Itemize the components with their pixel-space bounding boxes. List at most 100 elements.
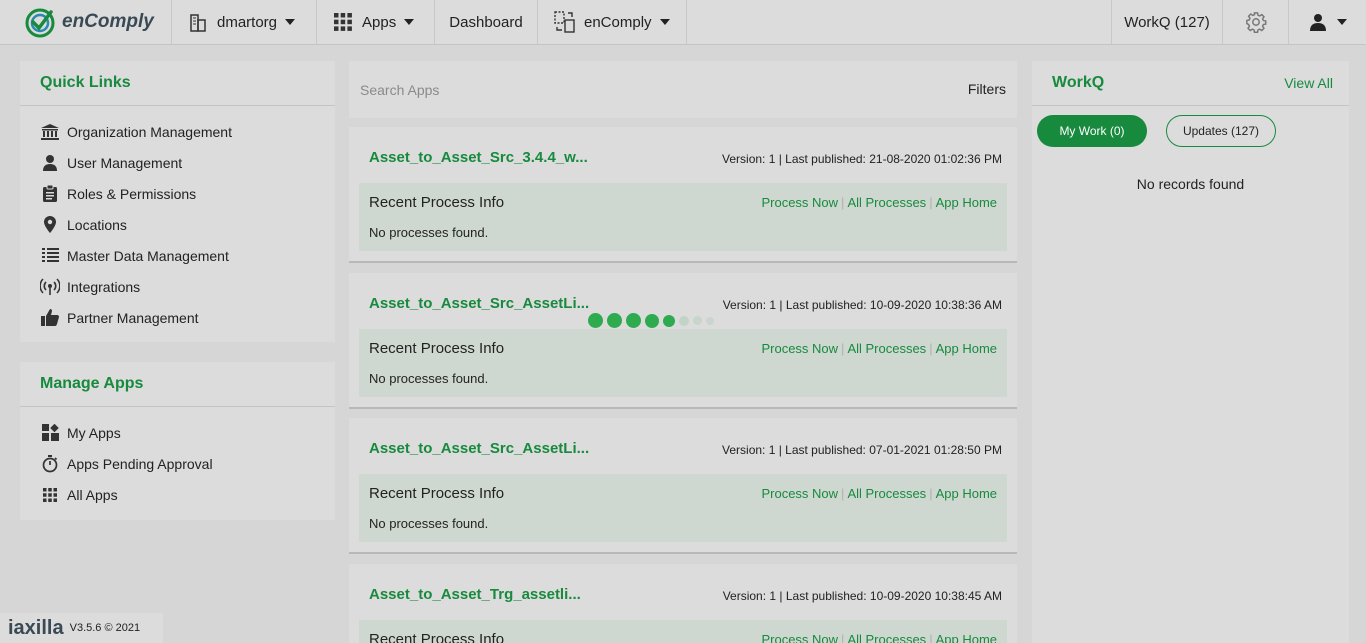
manage-apps-my-apps[interactable]: My Apps [20,417,335,448]
process-links: Process Now | All Processes | App Home [761,195,997,210]
app-name-link[interactable]: Asset_to_Asset_Trg_assetli... [369,586,581,603]
app-card: Asset_to_Asset_Src_AssetLi... Version: 1… [349,418,1017,554]
workq-header: WorkQ View All [1032,61,1349,106]
process-now-link[interactable]: Process Now [761,632,838,643]
process-now-link[interactable]: Process Now [761,195,838,210]
recent-process-box: Recent Process Info Process Now | All Proc… [359,474,1007,542]
loader-dot [706,316,714,325]
no-processes-text: No processes found. [369,225,489,240]
app-version-info: Version: 1 | Last published: 21-08-2020 … [722,152,1002,166]
chevron-down-icon [1336,19,1347,25]
process-now-link[interactable]: Process Now [761,341,838,356]
grid-icon [40,486,60,504]
quick-link-label: Master Data Management [67,247,229,264]
my-work-tab[interactable]: My Work (0) [1037,115,1147,147]
quick-link-label: Organization Management [67,123,232,140]
app-name-link[interactable]: Asset_to_Asset_Src_AssetLi... [369,295,589,312]
quick-link-roles-permissions[interactable]: Roles & Permissions [20,178,335,209]
quick-link-label: Locations [67,216,127,233]
top-navbar: enComply dmartorg Apps Dashboard enCompl… [0,0,1366,45]
app-name-link[interactable]: Asset_to_Asset_Src_AssetLi... [369,440,589,457]
building-icon [190,14,206,32]
search-input[interactable] [349,61,939,118]
version-text: V3.5.6 © 2021 [69,622,141,634]
loader-dot [607,313,622,328]
encomply-logo-icon [25,8,55,38]
workq-panel: WorkQ View All My Work (0) Updates (127)… [1032,61,1349,643]
manage-apps-panel: Manage Apps My Apps Apps Pending Approva… [20,362,335,520]
user-icon [1309,14,1326,31]
quick-link-label: Partner Management [67,309,199,326]
quick-link-user-management[interactable]: User Management [20,147,335,178]
app-home-link[interactable]: App Home [936,195,997,210]
quick-link-organization-management[interactable]: Organization Management [20,116,335,147]
bank-icon [40,123,60,141]
apps-menu-label: Apps [362,13,397,31]
app-card: Asset_to_Asset_Trg_assetli... Version: 1… [349,564,1017,643]
process-links: Process Now | All Processes | App Home [761,632,997,643]
loader-dot [663,314,675,327]
link-separator: | [841,632,845,643]
app-version-info: Version: 1 | Last published: 10-09-2020 … [722,298,1002,312]
updates-tab[interactable]: Updates (127) [1166,115,1276,147]
app-home-link[interactable]: App Home [936,341,997,356]
no-records-text: No records found [1136,176,1245,192]
no-processes-text: No processes found. [369,516,489,531]
quick-link-label: Integrations [67,278,141,295]
quick-link-master-data-management[interactable]: Master Data Management [20,240,335,271]
manage-apps-all-apps[interactable]: All Apps [20,479,335,510]
recent-process-title: Recent Process Info [369,631,505,643]
workq-title: WorkQ [1052,74,1105,91]
all-processes-link[interactable]: All Processes [847,341,926,356]
loading-spinner [588,313,718,328]
process-now-link[interactable]: Process Now [761,486,838,501]
process-links: Process Now | All Processes | App Home [761,486,997,501]
app-name-link[interactable]: Asset_to_Asset_Src_3.4.4_w... [369,149,588,166]
app-home-link[interactable]: App Home [936,632,997,643]
chevron-down-icon [285,19,296,25]
loader-dot [693,316,702,325]
switch-product-icon [554,11,575,33]
quick-link-label: Roles & Permissions [67,185,197,202]
data-list-icon [40,247,60,265]
all-processes-link[interactable]: All Processes [847,632,926,643]
gear-icon [1245,12,1266,33]
stopwatch-icon [40,454,60,473]
recent-process-box: Recent Process Info Process Now | All Proc… [359,329,1007,397]
link-separator: | [841,341,845,356]
all-processes-link[interactable]: All Processes [847,486,926,501]
app-home-link[interactable]: App Home [936,486,997,501]
quick-link-label: User Management [67,154,183,171]
process-links: Process Now | All Processes | App Home [761,341,997,356]
no-processes-text: No processes found. [369,371,489,386]
apps-menu[interactable]: Apps [317,0,435,44]
manage-apps-label: All Apps [67,486,118,503]
quick-link-locations[interactable]: Locations [20,209,335,240]
user-menu[interactable] [1289,0,1366,44]
org-name: dmartorg [217,13,278,31]
product-switcher[interactable]: enComply [538,0,687,44]
user-icon [40,154,60,172]
quick-link-partner-management[interactable]: Partner Management [20,302,335,333]
settings-button[interactable] [1223,0,1289,44]
loader-dot [588,313,603,328]
dashboard-link[interactable]: Dashboard [435,0,538,44]
filters-button[interactable]: Filters [968,81,1006,97]
app-version-info: Version: 1 | Last published: 10-09-2020 … [722,589,1002,603]
manage-apps-pending-approval[interactable]: Apps Pending Approval [20,448,335,479]
map-pin-icon [40,216,60,234]
recent-process-title: Recent Process Info [369,340,505,357]
workq-count: WorkQ (127) [1124,13,1210,31]
view-all-link[interactable]: View All [1284,75,1333,91]
logo-text: enComply [62,11,154,32]
logo[interactable]: enComply [0,0,172,44]
all-processes-link[interactable]: All Processes [847,195,926,210]
org-switcher[interactable]: dmartorg [172,0,317,44]
link-separator: | [929,632,933,643]
link-separator: | [841,486,845,501]
thumbs-up-icon [40,309,60,327]
workq-link[interactable]: WorkQ (127) [1111,0,1223,44]
manage-apps-label: Apps Pending Approval [67,455,213,472]
quick-link-integrations[interactable]: Integrations [20,271,335,302]
recent-process-title: Recent Process Info [369,485,505,502]
